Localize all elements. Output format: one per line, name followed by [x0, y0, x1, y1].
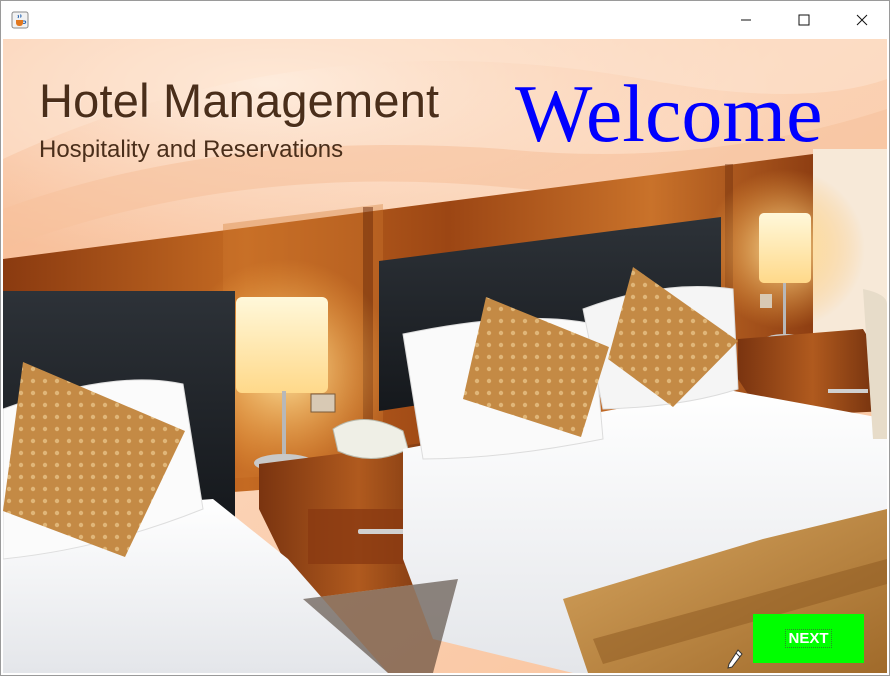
next-button[interactable]: NEXT: [753, 614, 864, 663]
java-cup-icon: [11, 11, 29, 29]
app-window: Hotel Management Hospitality and Reserva…: [0, 0, 890, 676]
next-button-label: NEXT: [785, 629, 832, 648]
app-subtitle: Hospitality and Reservations: [39, 136, 344, 163]
welcome-panel: Hotel Management Hospitality and Reserva…: [3, 39, 887, 673]
title-bar[interactable]: [1, 1, 889, 39]
close-button[interactable]: [833, 1, 889, 39]
maximize-button[interactable]: [775, 1, 833, 39]
pen-cursor-icon: [727, 649, 743, 669]
app-title: Hotel Management: [39, 74, 440, 127]
welcome-heading: Welcome: [515, 68, 823, 159]
maximize-icon: [798, 14, 810, 26]
minimize-button[interactable]: [717, 1, 775, 39]
close-icon: [856, 14, 868, 26]
minimize-icon: [741, 19, 751, 21]
